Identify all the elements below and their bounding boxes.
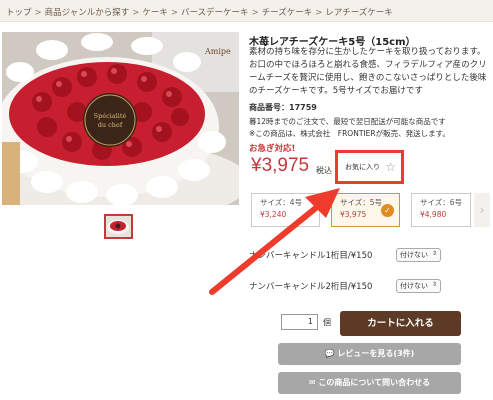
urgent-badge: お急ぎ対応! <box>249 144 296 154</box>
chevron-updown-icon: ⇕ <box>431 281 437 288</box>
candle-1-select[interactable]: 付けない ⇕ <box>396 248 441 262</box>
candle-2-value: 付けない <box>400 282 428 290</box>
breadcrumb-top[interactable]: トップ <box>6 8 32 18</box>
breadcrumb-separator: > <box>132 8 140 18</box>
product-code: 商品番号：17759 <box>249 102 317 113</box>
candle-1-label: ナンバーキャンドル1桁目/¥150 <box>249 251 373 261</box>
candle-1-value: 付けない <box>400 251 428 259</box>
breadcrumb-separator: > <box>251 8 259 18</box>
inquiry-label: この商品について問い合わせる <box>318 378 431 387</box>
product-thumbnail[interactable] <box>104 214 133 239</box>
plaque-text-2: du chef <box>98 121 123 129</box>
size-price: ¥4,980 <box>420 210 447 219</box>
mail-icon: ✉ <box>308 378 319 387</box>
size-option-5[interactable]: サイズ：5号 ¥3,975 ✓ <box>331 193 400 227</box>
breadcrumb-cake[interactable]: ケーキ <box>142 8 168 18</box>
product-main-photo[interactable]: Amipe Spécialité du chef <box>2 32 239 205</box>
check-icon: ✓ <box>381 204 394 217</box>
breadcrumb-genre[interactable]: 商品ジャンルから探す <box>45 8 130 18</box>
quantity-unit: 個 <box>323 318 331 327</box>
product-price: ¥3,975 <box>251 155 310 176</box>
favorite-label: お気に入り <box>345 163 380 171</box>
product-code-label: 商品番号： <box>249 103 289 112</box>
breadcrumb: トップ > 商品ジャンルから探す > ケーキ > バースデーケーキ > チーズケーキ > レアチーズ… <box>0 0 493 22</box>
favorite-button[interactable]: お気に入り ☆ <box>341 157 398 177</box>
thumbnail-image <box>106 216 131 237</box>
candle-2-select[interactable]: 付けない ⇕ <box>396 279 441 293</box>
breadcrumb-birthday[interactable]: バースデーケーキ <box>181 8 249 18</box>
cake-illustration: Amipe Spécialité du chef <box>2 32 239 205</box>
seller-note: ※この商品は、株式会社 FRONTIERが販売、発送します。 <box>249 129 450 138</box>
view-reviews-label: レビューを見る(3件) <box>337 349 415 358</box>
star-icon: ☆ <box>385 160 396 174</box>
chevron-updown-icon: ⇕ <box>431 250 437 257</box>
size-option-6[interactable]: サイズ：6号 ¥4,980 <box>411 193 471 227</box>
quantity-input[interactable]: 1 <box>281 314 318 330</box>
size-option-4[interactable]: サイズ：4号 ¥3,240 <box>251 193 320 227</box>
size-label: サイズ：4号 <box>260 198 303 207</box>
breadcrumb-separator: > <box>170 8 178 18</box>
size-price: ¥3,240 <box>260 210 287 219</box>
plaque-text-1: Spécialité <box>94 112 127 120</box>
box-brand: Amipe <box>204 47 231 56</box>
inquiry-button[interactable]: ✉ この商品について問い合わせる <box>278 372 461 394</box>
breadcrumb-separator: > <box>315 8 323 18</box>
tax-label: 税込 <box>316 166 332 175</box>
candle-2-label: ナンバーキャンドル2桁目/¥150 <box>249 282 373 292</box>
breadcrumb-rare-cheesecake: レアチーズケーキ <box>325 8 393 18</box>
add-to-cart-button[interactable]: カートに入れる <box>340 311 461 336</box>
shipping-note: 暮12時までのご注文で、最短で翌日配送が可能な商品です <box>249 117 446 126</box>
view-reviews-button[interactable]: 💬 レビューを見る(3件) <box>278 343 461 365</box>
speech-bubble-icon: 💬 <box>324 349 338 358</box>
size-label: サイズ：6号 <box>420 198 463 207</box>
breadcrumb-separator: > <box>34 8 42 18</box>
breadcrumb-cheesecake[interactable]: チーズケーキ <box>262 8 313 18</box>
product-code-value: 17759 <box>289 103 317 112</box>
product-description: 素材の持ち味を存分に生かしたケーキを取り扱っております。お口の中でほろほろと崩れ… <box>249 47 487 96</box>
size-next-arrow[interactable]: › <box>474 193 490 227</box>
